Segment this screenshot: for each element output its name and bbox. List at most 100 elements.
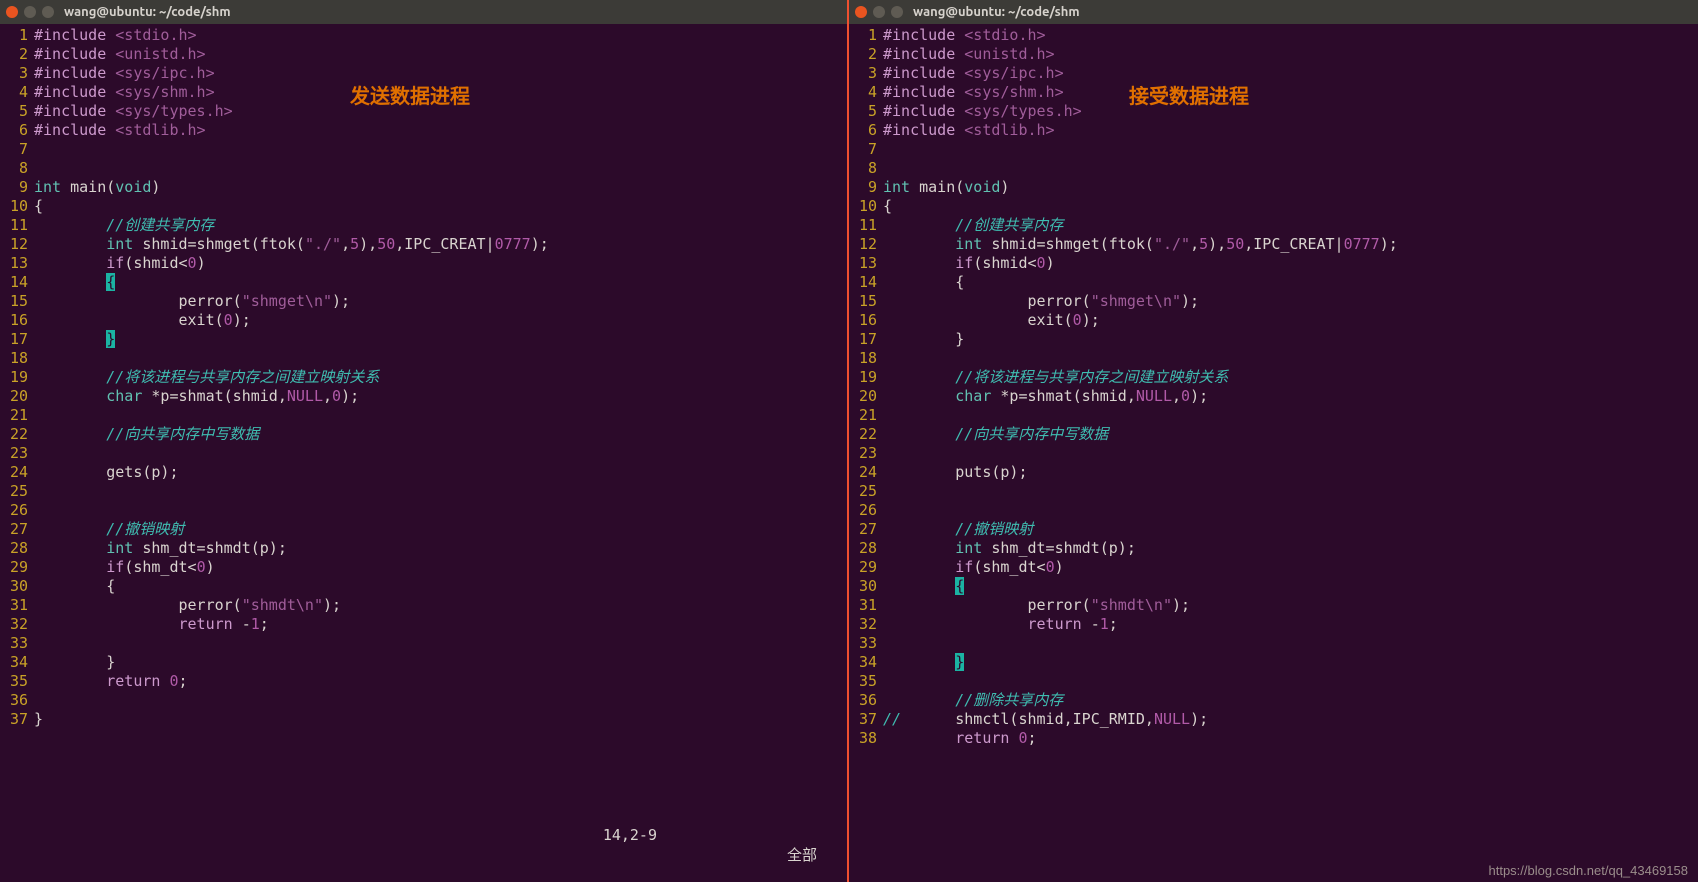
code-line[interactable]: 17 } [0, 330, 847, 349]
code-line[interactable]: 15 perror("shmget\n"); [0, 292, 847, 311]
code-line[interactable]: 8 [0, 159, 847, 178]
code-line[interactable]: 22 //向共享内存中写数据 [0, 425, 847, 444]
code-line[interactable]: 35 return 0; [0, 672, 847, 691]
code-line[interactable]: 9int main(void) [849, 178, 1698, 197]
watermark-text: https://blog.csdn.net/qq_43469158 [1489, 863, 1689, 878]
code-line[interactable]: 29 if(shm_dt<0) [0, 558, 847, 577]
code-line[interactable]: 18 [849, 349, 1698, 368]
code-line[interactable]: 35 [849, 672, 1698, 691]
code-line[interactable]: 10{ [0, 197, 847, 216]
code-token: "./" [1154, 235, 1190, 253]
code-line[interactable]: 21 [849, 406, 1698, 425]
code-line[interactable]: 1#include <stdio.h> [849, 26, 1698, 45]
code-line[interactable]: 26 [0, 501, 847, 520]
code-line[interactable]: 7 [849, 140, 1698, 159]
code-line[interactable]: 14 { [0, 273, 847, 292]
code-line[interactable]: 37} [0, 710, 847, 729]
code-line[interactable]: 33 [0, 634, 847, 653]
code-line[interactable]: 5#include <sys/types.h> [849, 102, 1698, 121]
code-line[interactable]: 34 } [849, 653, 1698, 672]
line-number: 30 [0, 577, 34, 596]
code-line[interactable]: 33 [849, 634, 1698, 653]
code-line[interactable]: 23 [849, 444, 1698, 463]
code-token: "shmget\n" [1091, 292, 1181, 310]
code-line[interactable]: 25 [849, 482, 1698, 501]
code-token: , [1172, 387, 1181, 405]
code-line[interactable]: 24 puts(p); [849, 463, 1698, 482]
code-line[interactable]: 3#include <sys/ipc.h> [849, 64, 1698, 83]
code-line[interactable]: 24 gets(p); [0, 463, 847, 482]
code-line[interactable]: 12 int shmid=shmget(ftok("./",5),50,IPC_… [0, 235, 847, 254]
code-line[interactable]: 14 { [849, 273, 1698, 292]
close-icon[interactable] [6, 6, 18, 18]
code-line[interactable]: 7 [0, 140, 847, 159]
code-line[interactable]: 8 [849, 159, 1698, 178]
code-line[interactable]: 29 if(shm_dt<0) [849, 558, 1698, 577]
code-token: { [955, 577, 964, 595]
code-line[interactable]: 16 exit(0); [0, 311, 847, 330]
code-line[interactable]: 12 int shmid=shmget(ftok("./",5),50,IPC_… [849, 235, 1698, 254]
code-line[interactable]: 11 //创建共享内存 [0, 216, 847, 235]
code-line[interactable]: 16 exit(0); [849, 311, 1698, 330]
code-line[interactable]: 4#include <sys/shm.h> [0, 83, 847, 102]
code-line[interactable]: 23 [0, 444, 847, 463]
code-token: NULL [1154, 710, 1190, 728]
code-line[interactable]: 21 [0, 406, 847, 425]
code-line[interactable]: 17 } [849, 330, 1698, 349]
right-titlebar[interactable]: wang@ubuntu: ~/code/shm [849, 0, 1698, 24]
code-line[interactable]: 5#include <sys/types.h> [0, 102, 847, 121]
code-line[interactable]: 11 //创建共享内存 [849, 216, 1698, 235]
code-line[interactable]: 22 //向共享内存中写数据 [849, 425, 1698, 444]
code-line[interactable]: 27 //撤销映射 [849, 520, 1698, 539]
code-line[interactable]: 2#include <unistd.h> [849, 45, 1698, 64]
code-token: <sys/shm.h> [115, 83, 214, 101]
code-line[interactable]: 32 return -1; [849, 615, 1698, 634]
left-editor[interactable]: 发送数据进程 1#include <stdio.h>2#include <uni… [0, 24, 847, 882]
code-line[interactable]: 13 if(shmid<0) [849, 254, 1698, 273]
code-line[interactable]: 37// shmctl(shmid,IPC_RMID,NULL); [849, 710, 1698, 729]
right-editor[interactable]: 接受数据进程 1#include <stdio.h>2#include <uni… [849, 24, 1698, 882]
code-line[interactable]: 36 [0, 691, 847, 710]
code-token: gets(p); [34, 463, 179, 481]
code-line[interactable]: 9int main(void) [0, 178, 847, 197]
code-line[interactable]: 34 } [0, 653, 847, 672]
maximize-icon[interactable] [42, 6, 54, 18]
code-token: <sys/ipc.h> [115, 64, 214, 82]
code-line[interactable]: 20 char *p=shmat(shmid,NULL,0); [0, 387, 847, 406]
code-line[interactable]: 38 return 0; [849, 729, 1698, 748]
minimize-icon[interactable] [873, 6, 885, 18]
code-line[interactable]: 36 //删除共享内存 [849, 691, 1698, 710]
code-line[interactable]: 28 int shm_dt=shmdt(p); [849, 539, 1698, 558]
code-line[interactable]: 19 //将该进程与共享内存之间建立映射关系 [849, 368, 1698, 387]
code-line[interactable]: 26 [849, 501, 1698, 520]
code-line[interactable]: 1#include <stdio.h> [0, 26, 847, 45]
code-line[interactable]: 3#include <sys/ipc.h> [0, 64, 847, 83]
code-line[interactable]: 6#include <stdlib.h> [0, 121, 847, 140]
code-line[interactable]: 4#include <sys/shm.h> [849, 83, 1698, 102]
code-line[interactable]: 25 [0, 482, 847, 501]
maximize-icon[interactable] [891, 6, 903, 18]
code-line[interactable]: 28 int shm_dt=shmdt(p); [0, 539, 847, 558]
code-line[interactable]: 30 { [0, 577, 847, 596]
left-code-area[interactable]: 1#include <stdio.h>2#include <unistd.h>3… [0, 24, 847, 882]
code-line[interactable]: 6#include <stdlib.h> [849, 121, 1698, 140]
code-line[interactable]: 19 //将该进程与共享内存之间建立映射关系 [0, 368, 847, 387]
line-number: 21 [849, 406, 883, 425]
code-line[interactable]: 10{ [849, 197, 1698, 216]
right-code-area[interactable]: 1#include <stdio.h>2#include <unistd.h>3… [849, 24, 1698, 882]
code-line[interactable]: 20 char *p=shmat(shmid,NULL,0); [849, 387, 1698, 406]
code-token [883, 425, 955, 443]
left-titlebar[interactable]: wang@ubuntu: ~/code/shm [0, 0, 847, 24]
code-line[interactable]: 18 [0, 349, 847, 368]
close-icon[interactable] [855, 6, 867, 18]
code-line[interactable]: 15 perror("shmget\n"); [849, 292, 1698, 311]
minimize-icon[interactable] [24, 6, 36, 18]
code-line[interactable]: 31 perror("shmdt\n"); [0, 596, 847, 615]
line-number: 13 [849, 254, 883, 273]
code-line[interactable]: 2#include <unistd.h> [0, 45, 847, 64]
code-line[interactable]: 27 //撤销映射 [0, 520, 847, 539]
code-line[interactable]: 31 perror("shmdt\n"); [849, 596, 1698, 615]
code-line[interactable]: 32 return -1; [0, 615, 847, 634]
code-line[interactable]: 30 { [849, 577, 1698, 596]
code-line[interactable]: 13 if(shmid<0) [0, 254, 847, 273]
